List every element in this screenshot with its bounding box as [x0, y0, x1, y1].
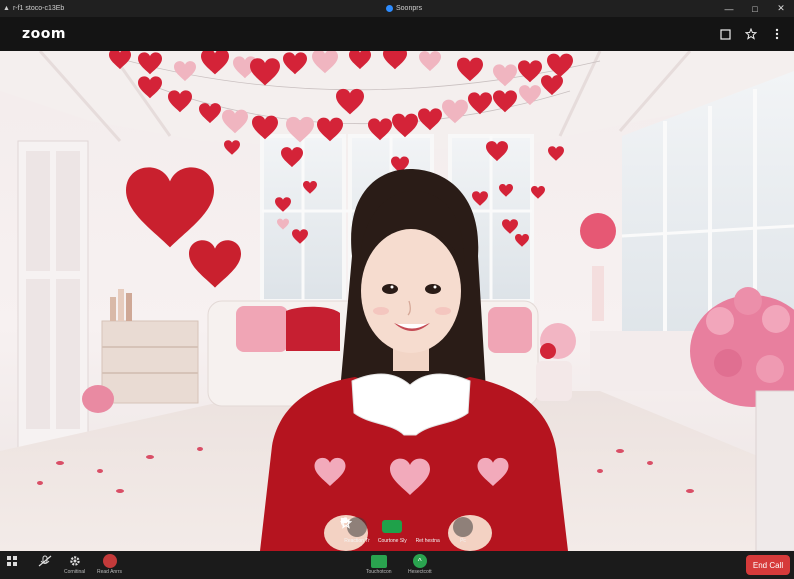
star-outline-icon: [340, 517, 438, 537]
close-button[interactable]: ✕: [768, 0, 794, 17]
zoom-header: zoom: [0, 17, 794, 51]
os-left-text: r-f1 stoco-c13Eb: [12, 5, 65, 12]
video-stage: Reaction Tr Courtone Sly Ret hestna Pc: [0, 51, 794, 551]
os-window-title: Soonprs: [386, 0, 422, 17]
mute-icon: [37, 554, 53, 568]
video-feed: [0, 51, 794, 551]
camera-icon: [341, 518, 403, 533]
window-controls: — □ ✕: [716, 0, 794, 17]
app-dot-icon: [386, 5, 393, 12]
maximize-button[interactable]: □: [742, 0, 768, 17]
grid-icon: [4, 554, 20, 568]
toolbar-label-3: Read Anrrs: [97, 569, 123, 575]
toolbar-item-share[interactable]: ^ Hesectcott: [408, 554, 432, 575]
os-title-bar: ▲ r-f1 stoco-c13Eb Soonprs — □ ✕: [0, 0, 794, 17]
toolbar-label-4: Touchotcon: [366, 569, 392, 575]
video-overlay-controls: Reaction Tr Courtone Sly Ret hestna Pc: [340, 517, 480, 551]
zoom-logo: zoom: [22, 26, 66, 42]
star-icon[interactable]: [740, 23, 762, 45]
toolbar-item-video[interactable]: Touchotcon: [366, 554, 392, 575]
toolbar-item-mute[interactable]: [37, 554, 53, 569]
gear-icon: [67, 554, 83, 568]
record-icon: [102, 554, 118, 568]
overlay-label-2: Ret hestna: [415, 538, 440, 544]
os-app-icon: ▲: [3, 5, 10, 12]
toolbar-item-grid[interactable]: [4, 554, 20, 569]
minimize-button[interactable]: —: [716, 0, 742, 17]
overlay-button-2[interactable]: Ret hestna: [340, 517, 445, 551]
overlay-label-1: Courtone Sly: [377, 538, 407, 544]
header-icons: [714, 17, 788, 51]
left-door: [17, 140, 89, 462]
bottom-toolbar: Cornitinal Read Anrrs Touchotcon ^ Hesec…: [0, 551, 794, 579]
os-window-label: ▲ r-f1 stoco-c13Eb: [3, 0, 64, 17]
video-icon: [370, 554, 387, 568]
window-icon[interactable]: [714, 23, 736, 45]
chevron-icon: [340, 517, 473, 537]
toolbar-item-settings[interactable]: Cornitinal: [64, 554, 85, 575]
toolbar-label-2: Cornitinal: [64, 569, 86, 575]
end-call-button[interactable]: End Call: [746, 555, 790, 575]
os-center-text: Soonprs: [396, 5, 423, 12]
overlay-label-0: Reaction Tr: [344, 538, 370, 544]
more-icon[interactable]: [766, 23, 788, 45]
toolbar-label-5: Hesectcott: [408, 569, 432, 575]
wall-hearts: [126, 167, 241, 288]
overlay-label-3: Pc: [460, 538, 466, 544]
toolbar-item-record[interactable]: Read Anrrs: [97, 554, 122, 575]
bookshelf: [101, 289, 199, 404]
overlay-button-1[interactable]: Courtone Sly: [341, 517, 409, 551]
plush-toy: [82, 385, 114, 413]
share-icon: ^: [412, 554, 428, 568]
overlay-button-3[interactable]: Pc: [340, 517, 480, 551]
